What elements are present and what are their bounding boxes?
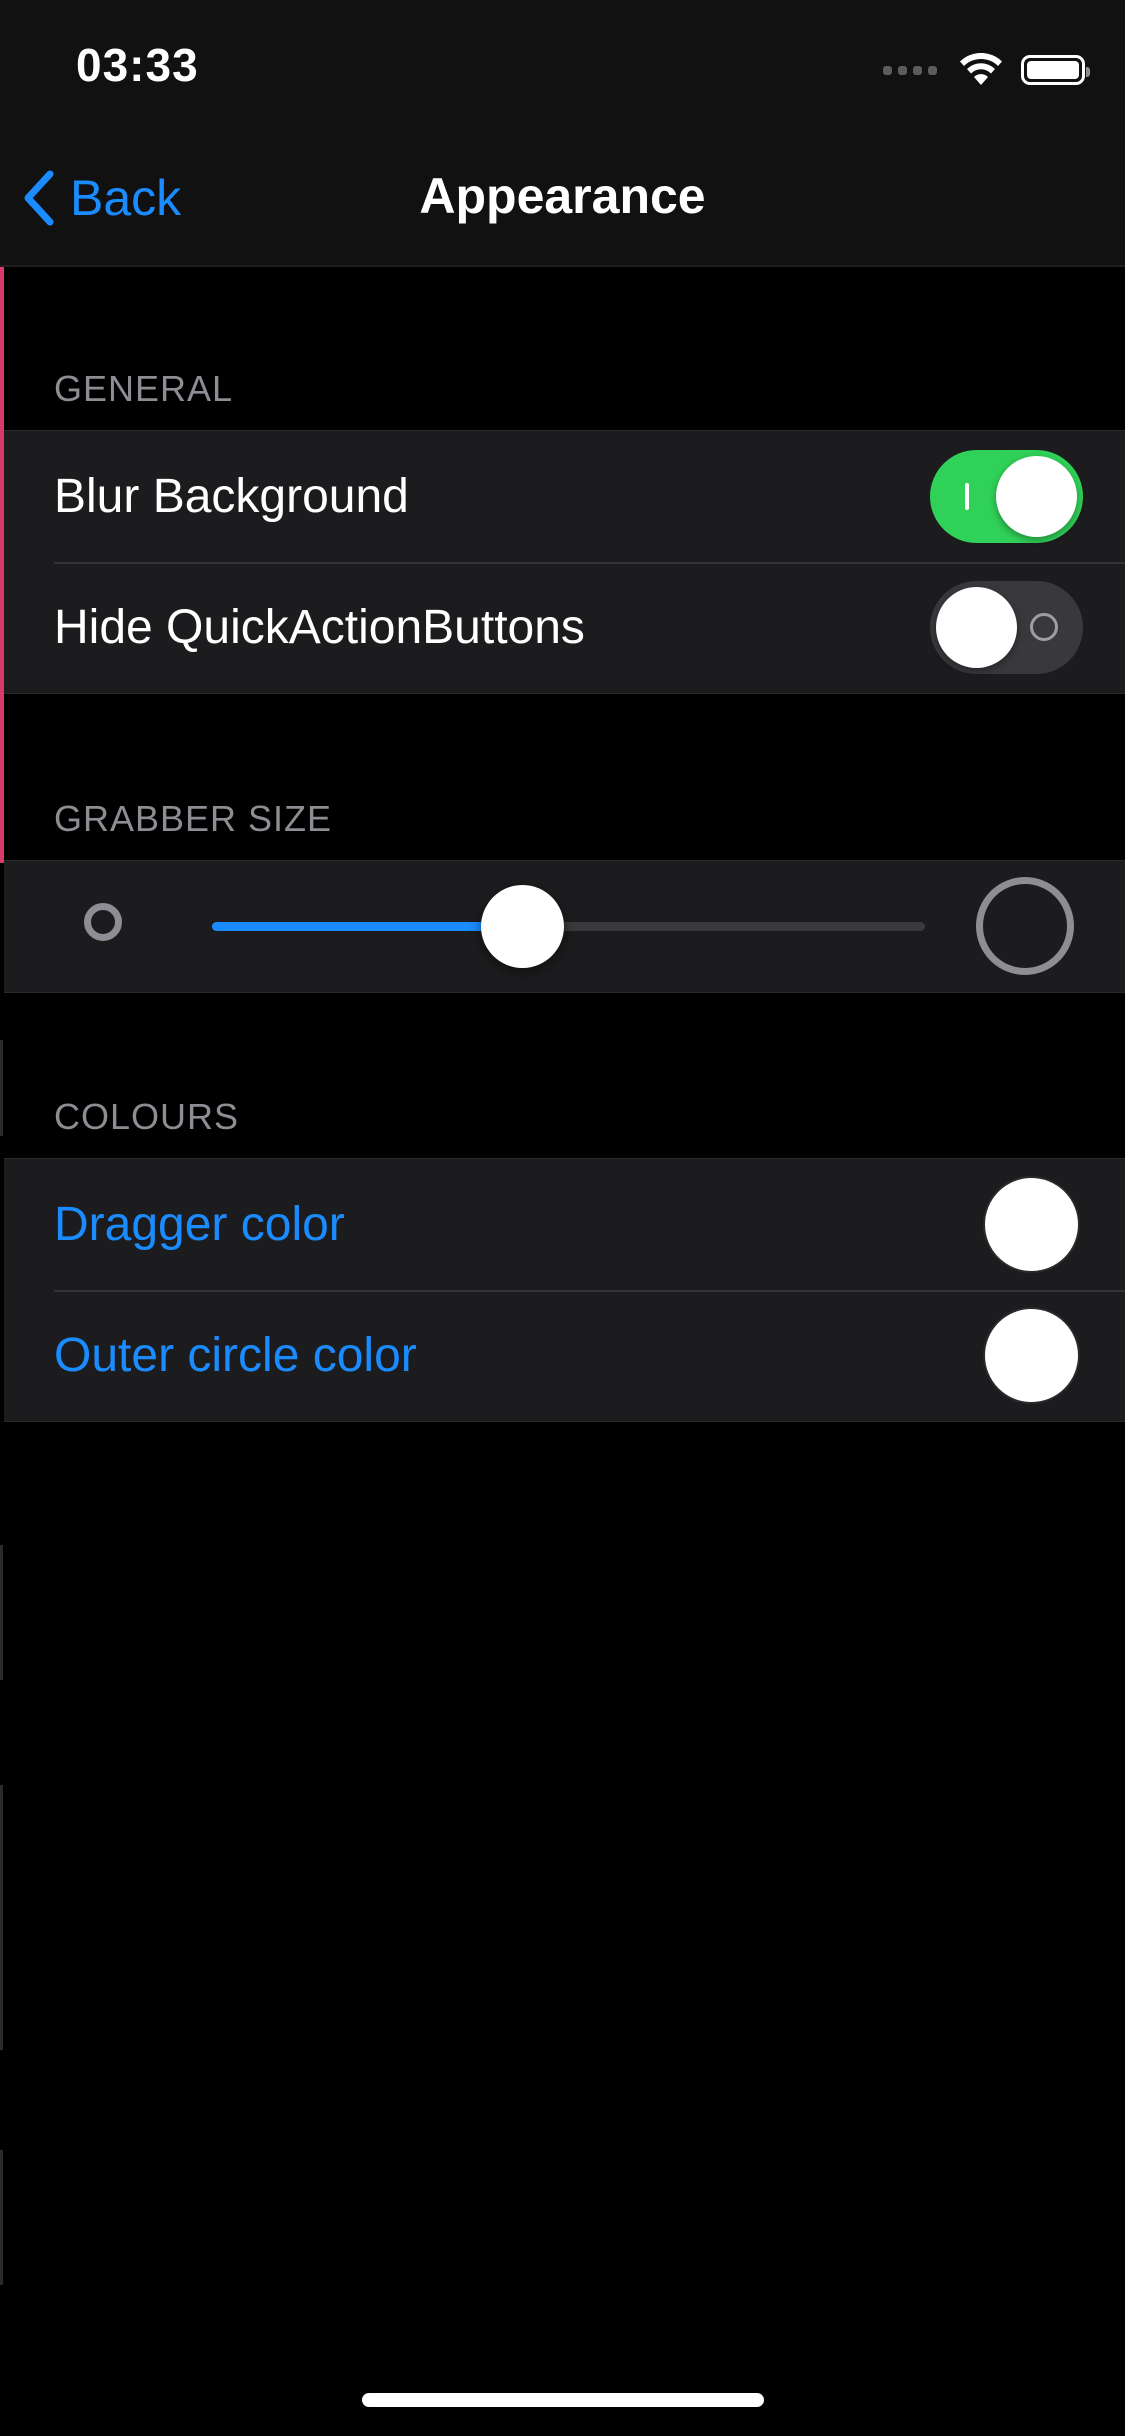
outer-circle-color-label[interactable]: Outer circle color [54,1328,417,1383]
grabber-size-slider-row [4,861,1125,992]
left-edge-mark [0,1040,3,1136]
small-circle-icon [84,903,122,941]
section-header-grabber-size: GRABBER SIZE [54,798,333,839]
dragger-color-label[interactable]: Dragger color [54,1197,345,1252]
slider-fill [212,922,523,931]
toggle-off-indicator [1030,613,1058,641]
hide-quickactionbuttons-toggle[interactable] [930,581,1083,674]
colours-group: Dragger color Outer circle color [4,1158,1125,1422]
status-indicators [883,48,1090,92]
battery-icon [1021,55,1090,85]
left-edge-mark [0,1785,3,2050]
toggle-knob [936,587,1017,668]
home-indicator[interactable] [362,2393,764,2407]
battery-cap [1086,67,1090,77]
page-title: Appearance [419,168,706,224]
hide-quickactionbuttons-row: Hide QuickActionButtons [4,562,1125,693]
outer-circle-color-row[interactable]: Outer circle color [4,1290,1125,1421]
dragger-color-swatch[interactable] [983,1176,1080,1273]
left-edge-mark [0,2150,3,2285]
blur-background-label: Blur Background [54,470,409,523]
dragger-color-row[interactable]: Dragger color [4,1159,1125,1290]
appearance-screen: 03:33 Back Appearance GENERAL Blur Backg… [0,0,1125,2436]
toggle-on-indicator [965,483,969,510]
wifi-icon [960,53,1002,85]
blur-background-row: Blur Background [4,431,1125,562]
cellular-signal-icon [883,65,937,75]
blur-background-toggle[interactable] [930,450,1083,543]
section-header-general: GENERAL [54,368,234,409]
large-circle-icon [976,877,1074,975]
navigation-bar: 03:33 Back Appearance [0,0,1125,267]
outer-circle-color-swatch[interactable] [983,1307,1080,1404]
general-group: Blur Background Hide QuickActionButtons [4,430,1125,694]
hide-quickactionbuttons-label: Hide QuickActionButtons [54,601,585,654]
status-time: 03:33 [76,39,199,91]
toggle-knob [996,456,1077,537]
left-edge-mark [0,1545,3,1680]
slider-thumb[interactable] [481,885,565,968]
grabber-size-slider[interactable] [212,885,925,968]
grabber-size-group [4,860,1125,993]
section-header-colours: COLOURS [54,1096,240,1137]
battery-level [1027,61,1079,79]
